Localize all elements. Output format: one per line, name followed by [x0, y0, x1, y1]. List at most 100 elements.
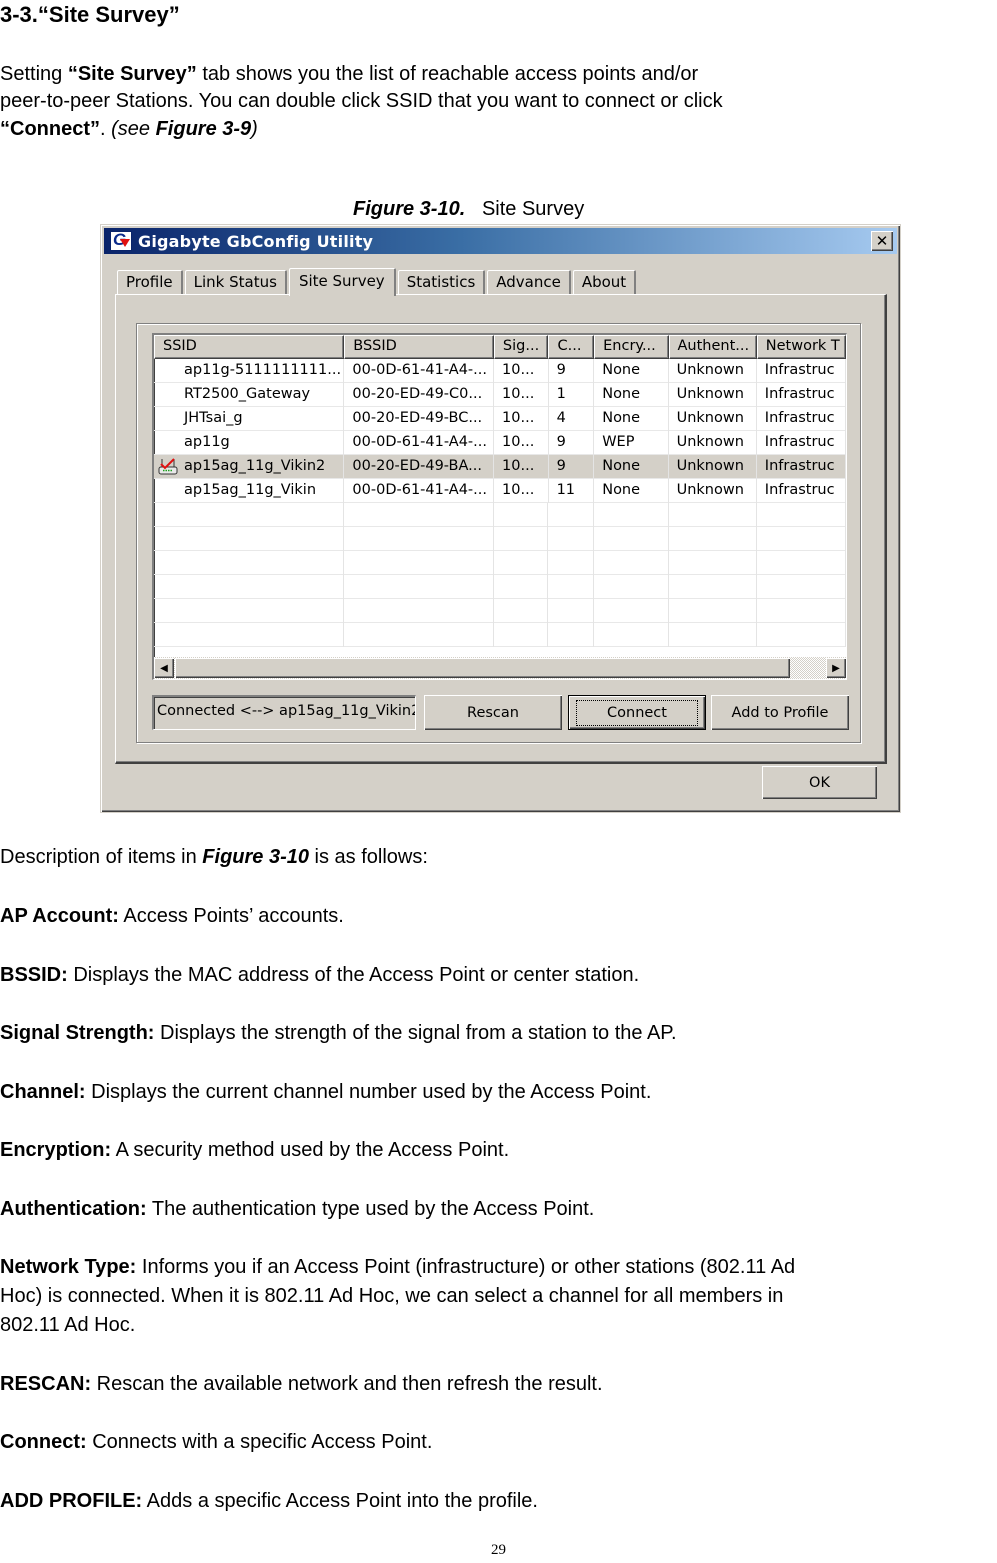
empty-cell — [154, 623, 345, 647]
column-header-authentication[interactable]: Authent... — [668, 335, 757, 359]
cell-channel: 11 — [549, 479, 595, 503]
empty-cell — [154, 599, 345, 623]
section-title: 3-3.“Site Survey” — [0, 2, 180, 27]
empty-cell — [344, 551, 494, 575]
empty-list-row — [154, 527, 846, 551]
ap-list-row[interactable]: ap15ag_11g_Vikin 00-0D-61-41-A4-... 10... 1… — [154, 479, 846, 503]
cell-encryption: WEP — [594, 431, 669, 455]
cell-bssid: 00-20-ED-49-C0... — [344, 383, 495, 407]
cell-network-type: Infrastruc — [757, 455, 846, 479]
cell-authentication-text: Unknown — [676, 386, 744, 402]
description-item: Network Type: Informs you if an Access P… — [0, 1254, 795, 1280]
cell-authentication: Unknown — [669, 455, 757, 479]
cell-channel-text: 1 — [556, 386, 566, 402]
cell-channel: 9 — [549, 431, 595, 455]
cell-network-type: Infrastruc — [757, 479, 846, 503]
add-to-profile-button[interactable]: Add to Profile — [711, 695, 849, 730]
scroll-left-button[interactable]: ◀ — [154, 658, 174, 678]
cell-ssid-text: ap11g — [184, 434, 230, 450]
description-text: Informs you if an Access Point (infrastr… — [136, 1256, 796, 1278]
cell-encryption-text: None — [602, 482, 641, 498]
cell-bssid: 00-0D-61-41-A4-... — [344, 431, 495, 455]
cell-signal: 10... — [494, 479, 549, 503]
cell-authentication-text: Unknown — [676, 362, 744, 378]
description-term: Network Type: — [0, 1256, 137, 1278]
connect-button[interactable]: Connect — [568, 695, 706, 730]
column-header-bssid[interactable]: BSSID — [344, 335, 494, 359]
empty-cell — [757, 551, 846, 575]
cell-encryption-text: None — [602, 410, 641, 426]
empty-cell — [594, 575, 669, 599]
description-text: A security method used by the Access Poi… — [111, 1139, 510, 1161]
empty-cell — [669, 575, 757, 599]
cell-channel-text: 9 — [556, 458, 566, 474]
ok-button[interactable]: OK — [762, 766, 877, 799]
tab-link-status[interactable]: Link Status — [184, 270, 287, 294]
tab-statistics[interactable]: Statistics — [397, 270, 486, 294]
empty-cell — [344, 623, 494, 647]
cell-network-type: Infrastruc — [757, 383, 846, 407]
description-text: Rescan the available network and then re… — [91, 1372, 603, 1395]
cell-ssid-text: JHTsai_g — [184, 410, 243, 426]
cell-signal-text: 10... — [502, 410, 535, 426]
empty-cell — [757, 575, 846, 599]
ap-list-row[interactable]: ap11g-5111111111... 00-0D-61-41-A4-... 10.… — [154, 359, 846, 383]
site-survey-panel: SSID BSSID Sig... C... Encry... Authent.… — [115, 294, 887, 764]
cell-bssid: 00-20-ED-49-BA... — [344, 455, 495, 479]
scroll-right-button[interactable]: ▶ — [826, 658, 846, 678]
tab-about[interactable]: About — [572, 270, 637, 294]
empty-cell — [669, 527, 757, 551]
ap-list-row[interactable]: ap15ag_11g_Vikin2 00-20-ED-49-BA... 10... 9… — [154, 455, 846, 479]
empty-cell — [494, 551, 549, 575]
empty-cell — [548, 623, 595, 647]
description-term: Encryption: — [0, 1139, 112, 1161]
intro-line-1: Setting “Site Survey” tab shows you the … — [0, 61, 698, 87]
column-header-signal[interactable]: Sig... — [493, 335, 549, 359]
cell-bssid: 00-0D-61-41-A4-... — [344, 359, 495, 383]
ap-list-row[interactable]: ap11g 00-0D-61-41-A4-... 10... 9 WEP Unknown I… — [154, 431, 846, 455]
ap-list-row[interactable]: RT2500_Gateway 00-20-ED-49-C0... 10... 1 Non… — [154, 383, 846, 407]
tab-profile[interactable]: Profile — [117, 270, 183, 294]
empty-list-row — [154, 599, 846, 623]
list-body: ap11g-5111111111... 00-0D-61-41-A4-... 10.… — [154, 359, 846, 647]
empty-cell — [669, 551, 757, 575]
column-header-encryption[interactable]: Encry... — [594, 335, 669, 359]
ap-list-row[interactable]: JHTsai_g 00-20-ED-49-BC... 10... 4 None Unkno… — [154, 407, 846, 431]
horizontal-scrollbar[interactable]: ◀ ▶ — [154, 657, 846, 679]
empty-cell — [344, 599, 494, 623]
title-bar[interactable]: G Gigabyte GbConfig Utility ✕ — [104, 228, 897, 254]
cell-encryption-text: None — [602, 362, 641, 378]
description-text: Displays the strength of the signal from… — [154, 1022, 677, 1044]
description-item: AP Account: Access Points’ accounts. — [0, 903, 344, 929]
description-intro: Description of items in Figure 3-10 is a… — [0, 844, 428, 870]
tab-advance[interactable]: Advance — [487, 270, 571, 294]
empty-cell — [154, 503, 345, 527]
cell-bssid: 00-0D-61-41-A4-... — [344, 479, 495, 503]
description-item: Signal Strength: Displays the strength o… — [0, 1020, 677, 1046]
cell-network-type: Infrastruc — [757, 407, 846, 431]
figure-reference: Figure 3-9 — [155, 118, 252, 140]
figure-title: Site Survey — [481, 198, 585, 220]
cell-encryption-text: None — [602, 458, 641, 474]
cell-bssid-text: 00-20-ED-49-BA... — [352, 458, 482, 474]
cell-ssid: JHTsai_g — [154, 407, 345, 431]
page-number: 29 — [491, 1542, 506, 1558]
description-term: ADD PROFILE: — [0, 1489, 143, 1512]
cell-signal-text: 10... — [502, 482, 535, 498]
intro-text: ) — [251, 118, 258, 140]
column-header-network-type[interactable]: Network T — [756, 335, 846, 359]
cell-encryption: None — [594, 407, 669, 431]
column-header-channel[interactable]: C... — [548, 335, 595, 359]
column-header-ssid[interactable]: SSID — [154, 335, 345, 359]
empty-cell — [548, 527, 595, 551]
access-point-list[interactable]: SSID BSSID Sig... C... Encry... Authent.… — [152, 333, 847, 680]
description-text: Displays the MAC address of the Access P… — [67, 963, 640, 986]
empty-cell — [154, 527, 345, 551]
scroll-thumb[interactable] — [175, 658, 790, 678]
tab-site-survey[interactable]: Site Survey — [288, 268, 396, 296]
rescan-button[interactable]: Rescan — [424, 695, 562, 730]
cell-network-type-text: Infrastruc — [764, 410, 835, 426]
empty-cell — [757, 503, 846, 527]
description-text: Access Points’ accounts. — [118, 905, 344, 927]
close-button[interactable]: ✕ — [871, 231, 893, 251]
